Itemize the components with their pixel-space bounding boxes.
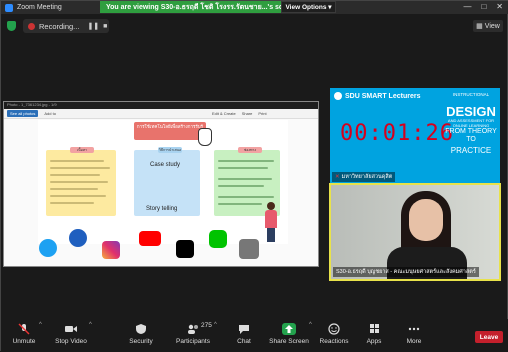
shield-icon xyxy=(136,324,146,334)
shield-icon[interactable] xyxy=(7,21,16,31)
countdown-timer: 00:01:26 xyxy=(340,121,454,146)
woman-illustration xyxy=(264,202,278,242)
card-badge: เนื้อหา xyxy=(70,147,94,153)
minimize-button[interactable]: — xyxy=(463,2,471,11)
pointing-hand-icon xyxy=(198,128,212,146)
video-camera-icon xyxy=(65,326,77,332)
story-telling-label: Story telling xyxy=(146,206,178,212)
add-to-button: Add to xyxy=(44,111,56,116)
print-button: Print xyxy=(258,111,267,116)
meeting-toolbar: Unmute ^ Stop Video ^ Security Participa… xyxy=(1,319,508,352)
instructional-label: INSTRUCTIONAL xyxy=(452,92,490,97)
case-study-label: Case study xyxy=(150,162,181,168)
security-button[interactable]: Security xyxy=(127,323,155,349)
tiktok-icon xyxy=(176,240,194,258)
twitter-icon xyxy=(39,239,57,257)
share-screen-button[interactable]: Share Screen xyxy=(269,323,309,349)
chat-icon xyxy=(239,325,249,334)
maximize-button[interactable]: □ xyxy=(481,2,486,11)
line-icon xyxy=(209,230,227,248)
content-card: เนื้อหา xyxy=(46,147,116,216)
youtube-icon xyxy=(139,231,161,246)
more-icon xyxy=(408,327,420,331)
assessment-label: AND ASSESSMENT FOR ONLINE LEARNING xyxy=(447,118,495,128)
share-screen-icon xyxy=(282,323,296,335)
window-controls: — □ ✕ xyxy=(463,2,503,11)
share-photo-button: Share xyxy=(241,111,253,116)
window-title: Zoom Meeting xyxy=(17,4,62,11)
grid-icon: ▦ xyxy=(476,23,483,30)
share-options-caret[interactable]: ^ xyxy=(309,322,312,328)
zoom-window: Zoom Meeting — □ ✕ You are viewing S30-อ… xyxy=(0,0,508,352)
card-badge: ช่องทาง xyxy=(238,147,262,153)
unmute-button[interactable]: Unmute xyxy=(7,323,41,349)
apps-button[interactable]: Apps xyxy=(363,323,385,349)
status-row: Recording... ❚❚ ■ ▦ View xyxy=(1,17,508,37)
mic-muted-icon: ✕ xyxy=(335,174,340,180)
stop-video-button[interactable]: Stop Video xyxy=(53,323,89,349)
active-speaker-tile[interactable]: S30-อ.ธรฤดี บุญชยาส - คณะมนุษยศาสตร์และส… xyxy=(329,183,501,281)
record-icon xyxy=(28,22,35,30)
leave-button[interactable]: Leave xyxy=(475,331,503,343)
photos-toolbar: See all photos Add to Edit & Create Shar… xyxy=(4,109,318,119)
pause-recording-button[interactable]: ❚❚ xyxy=(87,22,99,30)
view-label: View xyxy=(484,22,500,30)
practice-label: PRACTICE xyxy=(450,146,492,155)
apps-icon xyxy=(370,324,379,333)
reactions-button[interactable]: Reactions xyxy=(319,323,349,349)
smiley-icon xyxy=(328,323,340,335)
recording-label: Recording... xyxy=(39,21,80,31)
view-button[interactable]: ▦ View xyxy=(473,20,503,32)
participants-caret[interactable]: ^ xyxy=(214,322,217,328)
chat-button[interactable]: Chat xyxy=(233,323,255,349)
slide-content: การใช้เทคโนโลยีเพื่อสร้างการรับรู้ เนื้อ… xyxy=(38,120,288,244)
speaker-name: S30-อ.ธรฤดี บุญชยาส - คณะมนุษยศาสตร์และส… xyxy=(333,267,479,277)
participant-name: ✕ มหาวิทยาลัยสวนดุสิต xyxy=(332,172,396,182)
more-button[interactable]: More xyxy=(403,323,425,349)
participants-icon xyxy=(188,324,198,334)
audio-options-caret[interactable]: ^ xyxy=(39,322,42,328)
card-badge: วิธีการนำเสนอ xyxy=(158,147,182,153)
facebook-icon xyxy=(69,229,87,247)
design-label: DESIGN xyxy=(446,104,496,119)
edit-create-button: Edit & Create xyxy=(211,111,236,116)
instagram-icon xyxy=(102,241,120,259)
zoom-logo-icon xyxy=(5,3,13,12)
see-all-photos-button: See all photos xyxy=(7,110,39,117)
view-options-button[interactable]: View Options ▾ xyxy=(281,1,336,13)
shared-file-title: Photo - 1_7361234.jpg - 1/9 xyxy=(4,102,318,109)
participants-count: 275 xyxy=(201,322,212,329)
sdu-logo-icon xyxy=(334,92,342,100)
slide-title: การใช้เทคโนโลยีเพื่อสร้างการรับรู้ xyxy=(134,122,206,140)
recording-indicator: Recording... ❚❚ ■ xyxy=(23,19,109,33)
timer-video-tile[interactable]: SDU SMART Lecturers 00:01:26 INSTRUCTION… xyxy=(330,88,500,184)
microphone-muted-icon xyxy=(18,323,30,335)
close-button[interactable]: ✕ xyxy=(496,2,503,11)
video-options-caret[interactable]: ^ xyxy=(89,322,92,328)
sdu-header: SDU SMART Lecturers xyxy=(334,92,420,100)
stop-recording-button[interactable]: ■ xyxy=(103,23,107,30)
theory-label: FROM THEORY TO xyxy=(445,128,497,143)
person-photo xyxy=(239,239,259,259)
